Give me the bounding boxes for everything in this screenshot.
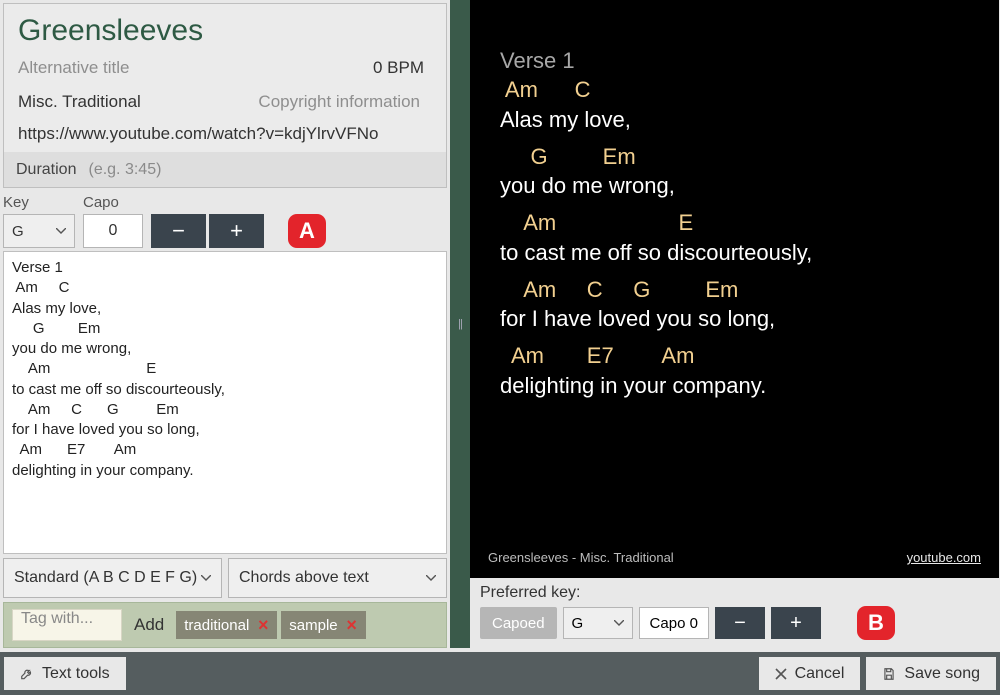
editor-panel: Greensleeves Alternative title 0 BPM Mis… <box>0 0 450 648</box>
chord-line: Am C G Em <box>500 275 983 305</box>
preview-footer-title: Greensleeves - Misc. Traditional <box>488 551 674 566</box>
duration-field[interactable]: (e.g. 3:45) <box>88 161 161 179</box>
capo-plus-button[interactable]: + <box>209 214 264 248</box>
tag-chip-label: sample <box>289 617 337 634</box>
chevron-down-icon <box>426 575 436 581</box>
chord-line: G Em <box>500 142 983 172</box>
chord-line: Am E7 Am <box>500 341 983 371</box>
chevron-down-icon <box>56 228 66 234</box>
preferred-key-row: Preferred key: Capoed G Capo 0 − + B <box>470 578 999 648</box>
lyric-line: for I have loved you so long, <box>500 304 983 335</box>
key-select-value: G <box>12 223 24 240</box>
song-title[interactable]: Greensleeves <box>18 14 432 48</box>
marker-b-badge: B <box>857 606 895 640</box>
lyric-line: Alas my love, <box>500 105 983 136</box>
save-song-button[interactable]: Save song <box>866 657 996 690</box>
splitter-handle[interactable]: || <box>450 0 470 648</box>
lyric-line: to cast me off so discourteously, <box>500 238 983 269</box>
section-label: Verse 1 <box>500 48 983 73</box>
layout-select[interactable]: Chords above text <box>228 558 447 598</box>
pref-plus-button[interactable]: + <box>771 607 821 639</box>
save-label: Save song <box>904 665 980 683</box>
chevron-down-icon <box>614 620 624 626</box>
song-header: Greensleeves Alternative title 0 BPM Mis… <box>3 3 447 188</box>
preview-area: Verse 1 Am CAlas my love, G Emyou do me … <box>470 0 999 578</box>
key-label: Key <box>3 194 75 211</box>
tag-chip: sample × <box>281 611 365 639</box>
copyright-field[interactable]: Copyright information <box>258 92 432 112</box>
pref-key-value: G <box>572 615 584 632</box>
wrench-icon <box>20 667 34 681</box>
duration-label: Duration <box>4 161 88 179</box>
link-field[interactable]: https://www.youtube.com/watch?v=kdjYlrvV… <box>18 124 432 144</box>
alt-title-field[interactable]: Alternative title <box>18 58 355 78</box>
notation-select[interactable]: Standard (A B C D E F G) <box>3 558 222 598</box>
grip-icon: || <box>458 318 462 330</box>
bottom-toolbar: Text tools Cancel Save song <box>0 652 1000 695</box>
add-tag-button[interactable]: Add <box>130 615 168 635</box>
layout-select-value: Chords above text <box>239 569 369 587</box>
key-select[interactable]: G <box>3 214 75 248</box>
marker-a-badge: A <box>288 214 326 248</box>
capo-minus-button[interactable]: − <box>151 214 206 248</box>
text-tools-label: Text tools <box>42 665 110 683</box>
pref-minus-button[interactable]: − <box>715 607 765 639</box>
capo-input[interactable]: 0 <box>83 214 143 248</box>
tag-chip-label: traditional <box>184 617 249 634</box>
tag-area: Tag with... Add traditional×sample× <box>3 602 447 648</box>
remove-tag-icon[interactable]: × <box>342 615 362 635</box>
cancel-label: Cancel <box>795 665 845 683</box>
lyric-line: you do me wrong, <box>500 171 983 202</box>
preferred-key-label: Preferred key: <box>480 584 989 602</box>
capoed-pill[interactable]: Capoed <box>480 607 557 639</box>
chord-line: Am E <box>500 208 983 238</box>
tag-chip: traditional× <box>176 611 277 639</box>
key-capo-row: Key G Capo 0 − + A <box>3 194 447 248</box>
song-text-input[interactable] <box>3 251 447 554</box>
cancel-button[interactable]: Cancel <box>759 657 861 690</box>
chevron-down-icon <box>201 575 211 581</box>
pref-key-select[interactable]: G <box>563 607 633 639</box>
save-icon <box>882 667 896 681</box>
preview-panel: Verse 1 Am CAlas my love, G Emyou do me … <box>470 0 1000 648</box>
notation-select-value: Standard (A B C D E F G) <box>14 569 197 587</box>
capo-label: Capo <box>83 194 143 211</box>
chord-line: Am C <box>500 75 983 105</box>
lyric-line: delighting in your company. <box>500 371 983 402</box>
tag-input[interactable]: Tag with... <box>12 609 122 641</box>
close-icon <box>775 668 787 680</box>
artist-field[interactable]: Misc. Traditional <box>18 92 258 112</box>
remove-tag-icon[interactable]: × <box>253 615 273 635</box>
preview-footer-link[interactable]: youtube.com <box>907 551 981 566</box>
pref-capo-display[interactable]: Capo 0 <box>639 607 709 639</box>
bpm-value[interactable]: 0 BPM <box>373 58 432 78</box>
text-tools-button[interactable]: Text tools <box>4 657 126 690</box>
